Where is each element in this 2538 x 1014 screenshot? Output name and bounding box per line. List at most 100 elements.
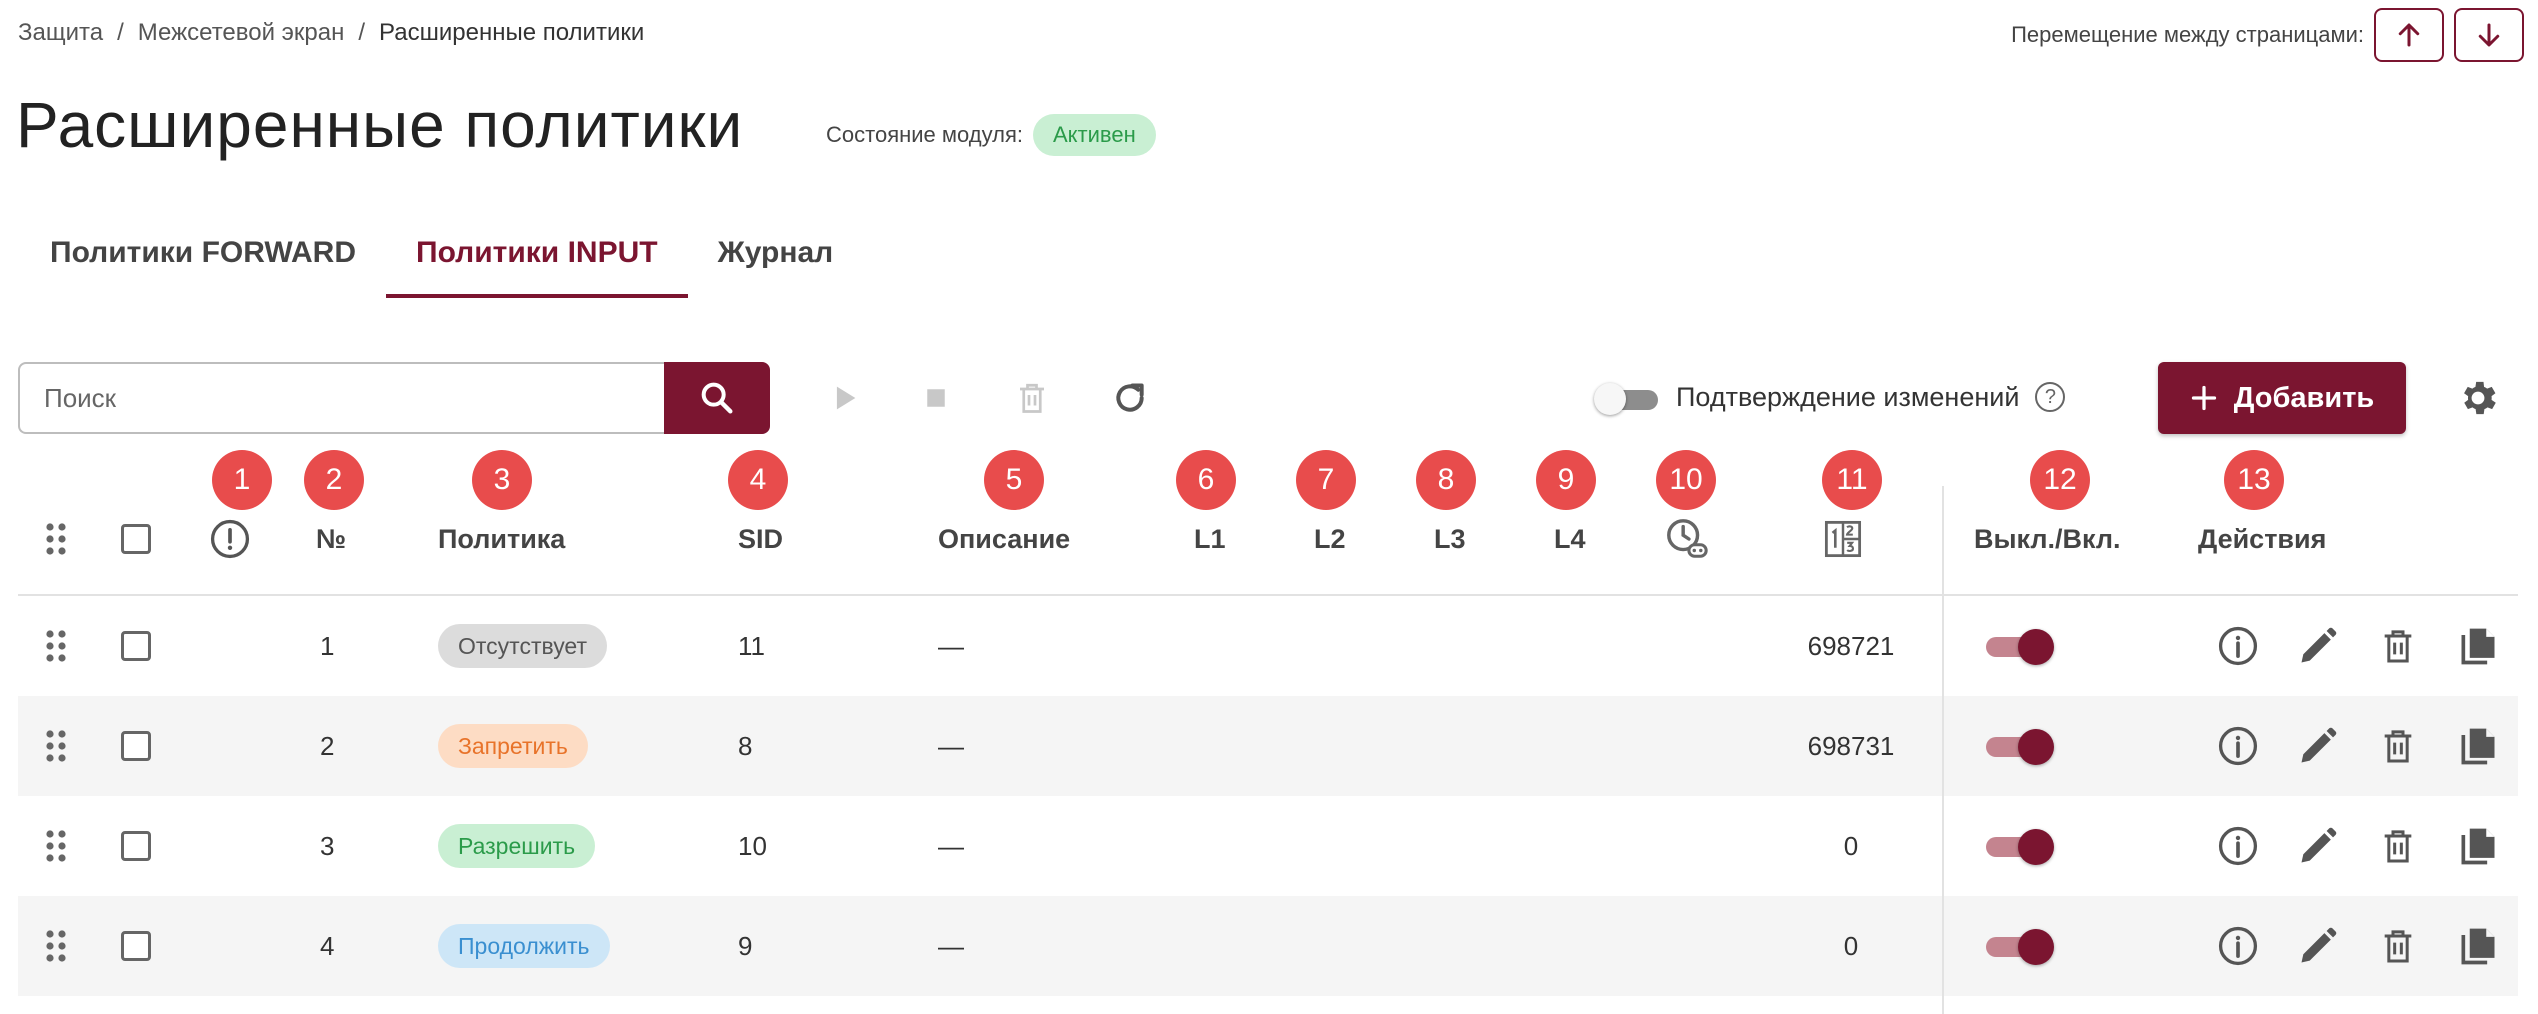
module-state: Состояние модуля: Активен [826,114,1156,156]
column-sid: SID [738,523,784,554]
breadcrumb-separator: / [117,19,124,46]
edit-button[interactable] [2294,796,2342,896]
breadcrumb-link-security[interactable]: Защита [18,19,103,47]
info-button[interactable] [2214,896,2262,996]
column-policy: Политика [438,523,566,554]
table-row[interactable]: 3 Разрешить 10 — 0 [18,796,2518,896]
policy-cell: Разрешить [438,796,596,896]
copy-icon [2461,928,2495,965]
search-icon [701,382,733,414]
help-icon[interactable]: ? [2035,382,2066,412]
add-button[interactable]: Добавить [2158,362,2406,434]
edit-button[interactable] [2294,696,2342,796]
row-number: 2 [320,730,335,761]
drag-handle-icon [46,630,66,662]
table-row[interactable]: 1 Отсутствует 11 — 698721 [18,596,2518,696]
refresh-button[interactable] [1102,370,1158,426]
edit-button[interactable] [2294,896,2342,996]
search-button[interactable] [664,362,770,434]
copy-button[interactable] [2454,596,2502,696]
row-checkbox[interactable] [121,596,151,696]
marker-3: 3 [472,450,532,510]
copy-button[interactable] [2454,796,2502,896]
marker-5: 5 [984,450,1044,510]
tab-log[interactable]: Журнал [688,220,864,298]
copy-button[interactable] [2454,696,2502,796]
enable-toggle[interactable] [1986,796,2054,896]
page-down-button[interactable] [2454,8,2524,62]
info-icon [2218,826,2258,866]
drag-handle[interactable] [44,596,68,696]
marker-6: 6 [1176,450,1236,510]
breadcrumb-current: Расширенные политики [379,19,645,46]
policy-cell: Продолжить [438,896,610,996]
edit-button[interactable] [2294,596,2342,696]
page-nav-label: Перемещение между страницами: [2011,22,2364,47]
tab-forward-policies[interactable]: Политики FORWARD [20,220,386,298]
breadcrumb-link-firewall[interactable]: Межсетевой экран [138,19,345,47]
column-l1: L1 [1194,523,1226,554]
delete-button[interactable] [2374,896,2422,996]
page-title: Расширенные политики [16,89,744,161]
marker-7: 7 [1296,450,1356,510]
drag-handle-icon [46,523,66,555]
settings-button[interactable] [2454,374,2502,422]
counter-cell: 0 [1843,930,1859,961]
info-button[interactable] [2214,696,2262,796]
select-all-checkbox[interactable] [121,512,151,566]
delete-selected-button[interactable] [1004,370,1060,426]
copy-icon [2461,828,2495,865]
counter-cell: 698731 [1807,730,1895,761]
info-button[interactable] [2214,796,2262,896]
pencil-icon [2301,627,2337,663]
start-button[interactable] [816,370,872,426]
copy-icon [2461,628,2495,665]
row-checkbox[interactable] [121,796,151,896]
enable-toggle[interactable] [1986,696,2054,796]
row-checkbox[interactable] [121,696,151,796]
info-button[interactable] [2214,596,2262,696]
row-number: 1 [320,630,335,661]
pencil-icon [2301,727,2337,763]
sid-cell: 9 [738,930,753,961]
row-number: 4 [320,930,335,961]
drag-handle-header[interactable] [44,512,68,566]
enable-toggle[interactable] [1986,896,2054,996]
module-state-label: Состояние модуля: [826,122,1023,147]
confirm-changes-label: Подтверждение изменений [1676,381,2020,412]
confirm-changes: Подтверждение изменений ? [1594,372,2066,422]
drag-handle[interactable] [44,696,68,796]
page-up-button[interactable] [2374,8,2444,62]
row-number: 3 [320,830,335,861]
enable-toggle[interactable] [1986,596,2054,696]
delete-button[interactable] [2374,796,2422,896]
delete-button[interactable] [2374,596,2422,696]
marker-2: 2 [304,450,364,510]
breadcrumb: Защита / Межсетевой экран / Расширенные … [18,18,644,48]
counter-cell: 0 [1843,830,1859,861]
table-row[interactable]: 2 Запретить 8 — 698731 [18,696,2518,796]
stop-button[interactable] [908,370,964,426]
delete-button[interactable] [2374,696,2422,796]
description-cell: — [938,730,964,761]
drag-handle-icon [46,830,66,862]
warning-column-header [208,512,252,566]
stop-icon [927,389,945,407]
table-row[interactable]: 4 Продолжить 9 — 0 [18,896,2518,996]
drag-handle[interactable] [44,796,68,896]
drag-handle-icon [46,730,66,762]
marker-13: 13 [2224,450,2284,510]
column-actions: Действия [2198,523,2327,554]
copy-icon [2461,728,2495,765]
tab-input-policies[interactable]: Политики INPUT [386,220,688,298]
column-divider [1942,486,1944,1014]
search-input[interactable]: Поиск [18,362,666,434]
column-l2: L2 [1314,523,1346,554]
row-checkbox[interactable] [121,896,151,996]
confirm-changes-toggle[interactable] [1594,381,1660,415]
trash-icon [2384,730,2412,763]
drag-handle[interactable] [44,896,68,996]
copy-button[interactable] [2454,896,2502,996]
policy-badge: Отсутствует [438,624,607,668]
trash-icon [2384,630,2412,663]
